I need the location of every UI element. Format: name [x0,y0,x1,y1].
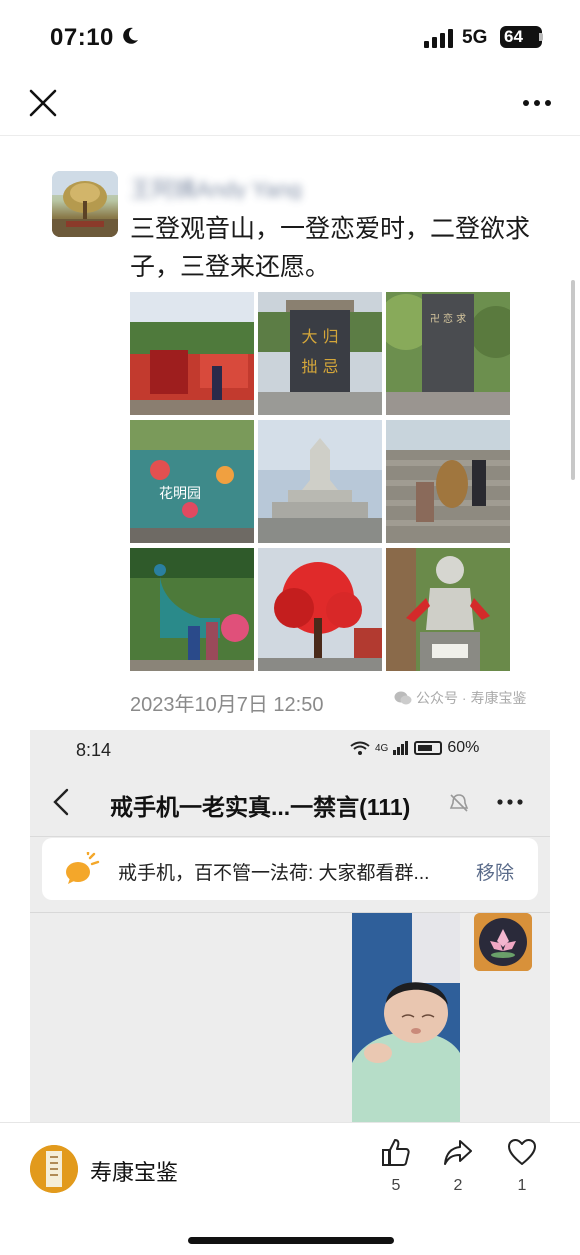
post-text: 三登观音山，一登恋爱时，二登欲求子，三登来还愿。 [130,215,531,281]
svg-text:卍 恋 求: 卍 恋 求 [430,312,466,325]
share-icon [444,1140,472,1165]
chat-signal-4g: 4G [375,742,389,754]
signal-bars-icon [393,741,409,755]
status-bar: 07:10 5G 64 [0,0,580,72]
photo-grid: 大 归 拙 忌 卍 恋 求 花明园 [130,292,510,671]
svg-text:大 归: 大 归 [301,327,338,346]
chat-status-time: 8:14 [76,740,112,760]
svg-text:拙 忌: 拙 忌 [301,357,338,376]
status-time: 07:10 [50,24,114,51]
chat-screenshot[interactable]: 8:14 4G 60% 戒手机一老实真...一禁言(111) 戒手机，百不管一法… [30,730,550,1122]
photo-stone-pillar[interactable]: 卍 恋 求 [386,292,510,415]
author-name[interactable]: 王阿姨Andy Yang [130,172,335,200]
photo-painted-wall[interactable]: 花明园 [130,420,254,543]
chat-battery-level: 60% [447,739,480,756]
wifi-icon [350,741,370,755]
like-count: 5 [391,1177,401,1194]
watermark-text: 公众号 · 寿康宝鉴 [416,690,527,706]
photo-peacock-topiary[interactable] [130,548,254,671]
heart-icon [508,1139,536,1165]
photo-monk-statue[interactable] [386,548,510,671]
photo-stone-tablet[interactable]: 大 归 拙 忌 [258,292,382,415]
top-nav [0,72,580,136]
back-icon[interactable] [52,788,70,816]
wechat-icon [394,691,412,705]
account-name[interactable]: 寿康宝鉴 [90,1155,178,1187]
photo-guanyin-statue[interactable] [258,420,382,543]
more-icon[interactable] [520,90,554,116]
network-type: 5G [462,27,488,48]
favorite-count: 1 [517,1177,527,1194]
author-avatar[interactable] [52,171,118,237]
svg-text:花明园: 花明园 [159,486,201,502]
pinned-notice[interactable]: 戒手机，百不管一法荷: 大家都看群... 移除 [42,838,538,900]
photo-stone-stairs[interactable] [386,420,510,543]
battery-level: 64 [500,26,542,48]
announcement-icon [66,852,100,884]
share-count: 2 [453,1177,463,1194]
favorite-button[interactable]: 1 [500,1137,544,1195]
chat-status-icons: 4G 60% [350,739,479,757]
chat-title: 戒手机一老实真...一禁言(111) [110,794,411,820]
share-button[interactable]: 2 [436,1137,480,1195]
moon-icon [123,27,138,44]
chat-divider [30,836,550,837]
photo-temple-gate[interactable] [130,292,254,415]
account-avatar[interactable] [30,1145,78,1193]
chat-sender-avatar[interactable] [474,913,532,971]
battery-tip [539,33,543,41]
scrollbar[interactable] [571,280,575,480]
close-icon[interactable] [28,88,58,118]
home-indicator[interactable] [188,1237,394,1244]
thumbs-up-icon [382,1139,410,1166]
signal-icon [424,29,453,48]
chat-battery-icon [414,741,443,755]
notice-text: 戒手机，百不管一法荷: 大家都看群... [118,863,430,884]
like-button[interactable]: 5 [374,1137,418,1195]
post-date: 2023年10月7日 12:50 [130,694,324,716]
chat-divider-2 [30,912,550,913]
mute-bell-icon [449,794,469,812]
watermark: 公众号 · 寿康宝鉴 [394,688,526,708]
bottom-bar: 寿康宝鉴 5 2 1 [0,1122,580,1255]
photo-red-tree[interactable] [258,548,382,671]
notice-remove-button[interactable]: 移除 [476,858,514,885]
chat-baby-photo[interactable] [352,913,460,1122]
chat-more-icon[interactable] [496,796,524,808]
